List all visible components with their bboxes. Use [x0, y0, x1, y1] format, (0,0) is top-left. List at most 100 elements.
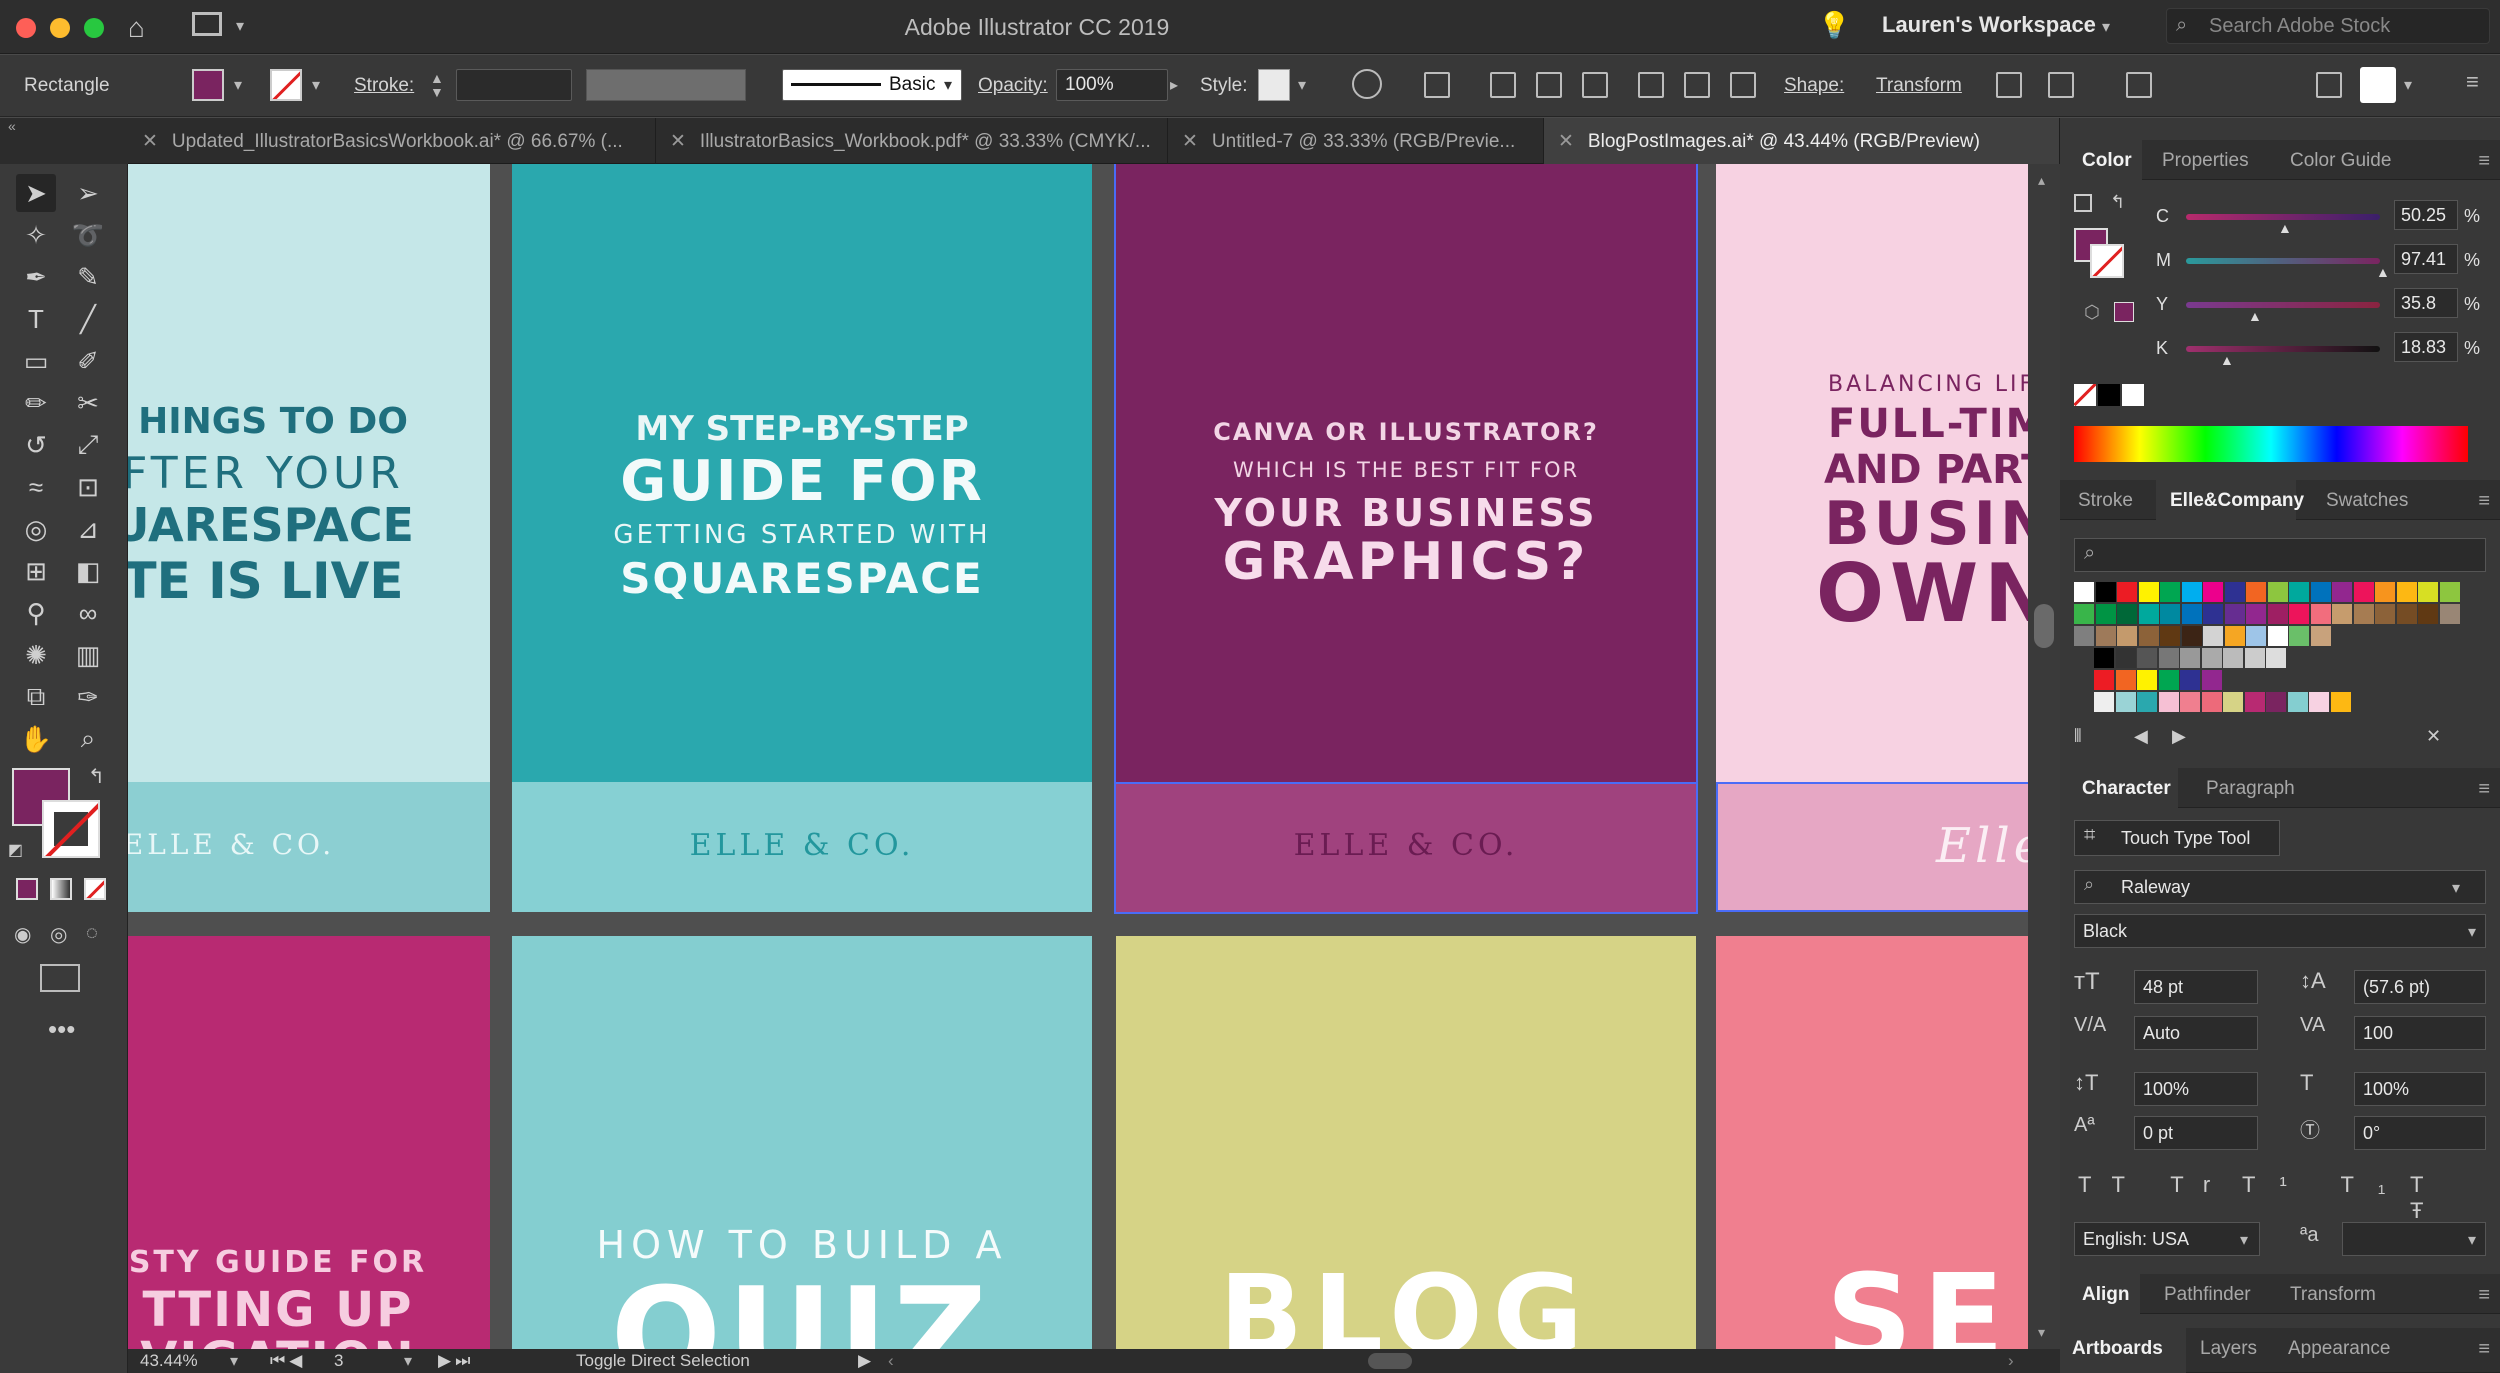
align-center-icon[interactable]	[1536, 72, 1562, 98]
white-swatch[interactable]	[2122, 384, 2144, 406]
swatch[interactable]	[2160, 582, 2180, 602]
swatch[interactable]	[2095, 626, 2116, 646]
color-spectrum[interactable]	[2074, 426, 2468, 462]
hand-tool-icon[interactable]: ✋	[16, 720, 56, 758]
swatch[interactable]	[2332, 604, 2352, 624]
swatch[interactable]	[2310, 626, 2331, 646]
swatch[interactable]	[2138, 582, 2159, 602]
swatch[interactable]	[2158, 648, 2179, 668]
swatch[interactable]	[2180, 692, 2200, 712]
panel-menu-icon[interactable]: ≡	[2478, 1338, 2490, 1361]
zoom-level[interactable]: 43.44%	[140, 1351, 198, 1371]
blend-tool-icon[interactable]: ∞	[68, 594, 108, 632]
chevron-down-icon[interactable]: ▾	[2452, 878, 2460, 898]
magic-wand-icon[interactable]: ✧	[16, 216, 56, 254]
warp-tool-icon[interactable]: ≈	[16, 468, 56, 506]
swatch[interactable]	[2267, 582, 2288, 602]
swatch[interactable]	[2203, 626, 2223, 646]
screen-mode-icon[interactable]	[40, 964, 80, 992]
kerning-field[interactable]: Auto	[2134, 1016, 2258, 1050]
underline-strike-buttons[interactable]: T Ŧ	[2410, 1172, 2500, 1224]
fill-dropdown[interactable]: ▾	[234, 75, 242, 95]
slice-tool-icon[interactable]: ✑	[68, 678, 108, 716]
swatch[interactable]	[2094, 692, 2114, 712]
swatch[interactable]	[2287, 692, 2308, 712]
gradient-tool-icon[interactable]: ◧	[68, 552, 108, 590]
library-icon[interactable]: ⫴	[2074, 726, 2082, 747]
draw-behind-icon[interactable]: ◎	[50, 922, 67, 947]
swatch[interactable]	[2289, 582, 2309, 602]
mesh-tool-icon[interactable]: ⊞	[16, 552, 56, 590]
web-safe-swatch[interactable]	[2114, 302, 2134, 322]
vertical-scale-field[interactable]: 100%	[2134, 1072, 2258, 1106]
artboard-b1[interactable]: STY GUIDE FOR TTING UP VIGATION	[128, 936, 490, 1349]
font-style-field[interactable]: Black	[2074, 914, 2486, 948]
more-options-icon[interactable]: ≡	[2466, 69, 2479, 95]
black-swatch[interactable]	[2098, 384, 2120, 406]
close-icon[interactable]: ✕	[670, 131, 686, 152]
out-of-gamut-icon[interactable]: ⬡	[2084, 302, 2100, 323]
align-top-icon[interactable]	[1638, 72, 1664, 98]
stroke-label[interactable]: Stroke:	[354, 75, 414, 97]
chevron-down-icon[interactable]: ▾	[2404, 75, 2412, 95]
antialias-field[interactable]	[2342, 1222, 2486, 1256]
swatch[interactable]	[2160, 626, 2180, 646]
artboard-tool-icon[interactable]: ⧉	[16, 678, 56, 716]
swatch[interactable]	[2353, 582, 2374, 602]
envelope-icon[interactable]	[2126, 72, 2152, 98]
slider-y-thumb[interactable]: ▲	[2248, 308, 2262, 324]
tab-pathfinder[interactable]: Pathfinder	[2164, 1274, 2251, 1314]
default-colors-icon[interactable]	[2074, 194, 2092, 212]
horizontal-scroll-thumb[interactable]	[1368, 1353, 1412, 1369]
lightbulb-icon[interactable]: 💡	[1818, 10, 1850, 41]
swatch[interactable]	[2244, 648, 2265, 668]
swatch[interactable]	[2203, 582, 2223, 602]
graphic-style-swatch[interactable]	[1258, 69, 1290, 101]
swatch[interactable]	[2074, 604, 2094, 624]
language-field[interactable]: English: USA	[2074, 1222, 2260, 1256]
swatch[interactable]	[2117, 582, 2137, 602]
swatch[interactable]	[2181, 582, 2202, 602]
slider-k[interactable]	[2186, 346, 2380, 352]
stroke-color-box[interactable]	[42, 800, 100, 858]
brush-definition[interactable]: Basic	[782, 69, 962, 101]
pencil-tool-icon[interactable]: ✏	[16, 384, 56, 422]
tab-color-guide[interactable]: Color Guide	[2290, 140, 2391, 180]
scroll-right-icon[interactable]: ›	[2008, 1351, 2014, 1371]
swatch[interactable]	[2095, 604, 2116, 624]
align-left-icon[interactable]	[1490, 72, 1516, 98]
chevron-down-icon[interactable]: ▾	[2468, 1230, 2476, 1250]
align-to-icon[interactable]	[1424, 72, 1450, 98]
draw-normal-icon[interactable]: ◉	[14, 922, 31, 947]
swatch[interactable]	[2160, 604, 2180, 624]
tab-properties[interactable]: Properties	[2162, 140, 2249, 180]
artboard-a4[interactable]: BALANCING LIF FULL-TIM AND PART BUSIN OW…	[1716, 164, 2060, 912]
artboard-number[interactable]: 3	[334, 1351, 343, 1371]
swatch[interactable]	[2267, 626, 2288, 646]
swatch[interactable]	[2117, 626, 2137, 646]
swatch[interactable]	[2115, 648, 2136, 668]
selection-tool-icon[interactable]: ➤	[16, 174, 56, 212]
opacity-field[interactable]: 100%	[1056, 69, 1168, 101]
properties-toggle-icon[interactable]	[2360, 67, 2396, 103]
swatch[interactable]	[2223, 648, 2243, 668]
eyedropper-icon[interactable]: ⚲	[16, 594, 56, 632]
tracking-field[interactable]: 100	[2354, 1016, 2486, 1050]
leading-field[interactable]: (57.6 pt)	[2354, 970, 2486, 1004]
tab-color[interactable]: Color	[2060, 140, 2142, 180]
swatch[interactable]	[2180, 648, 2200, 668]
scissors-icon[interactable]: ✂	[68, 384, 108, 422]
font-size-field[interactable]: 48 pt	[2134, 970, 2258, 1004]
symbol-sprayer-icon[interactable]: ✺	[16, 636, 56, 674]
swatch[interactable]	[2158, 692, 2179, 712]
stroke-stepper[interactable]: ▲ ▼	[430, 71, 444, 99]
default-colors-icon[interactable]: ◩	[8, 840, 23, 860]
curvature-tool-icon[interactable]: ✎	[68, 258, 108, 296]
swatch-search-input[interactable]	[2074, 538, 2486, 572]
search-stock-input[interactable]: Search Adobe Stock	[2166, 8, 2490, 44]
color-mode-icon[interactable]	[16, 878, 38, 900]
swatch[interactable]	[2181, 604, 2202, 624]
chevron-down-icon[interactable]: ▾	[1298, 75, 1306, 95]
swap-colors-icon[interactable]: ↰	[2110, 192, 2125, 213]
close-icon[interactable]: ✕	[142, 131, 158, 152]
